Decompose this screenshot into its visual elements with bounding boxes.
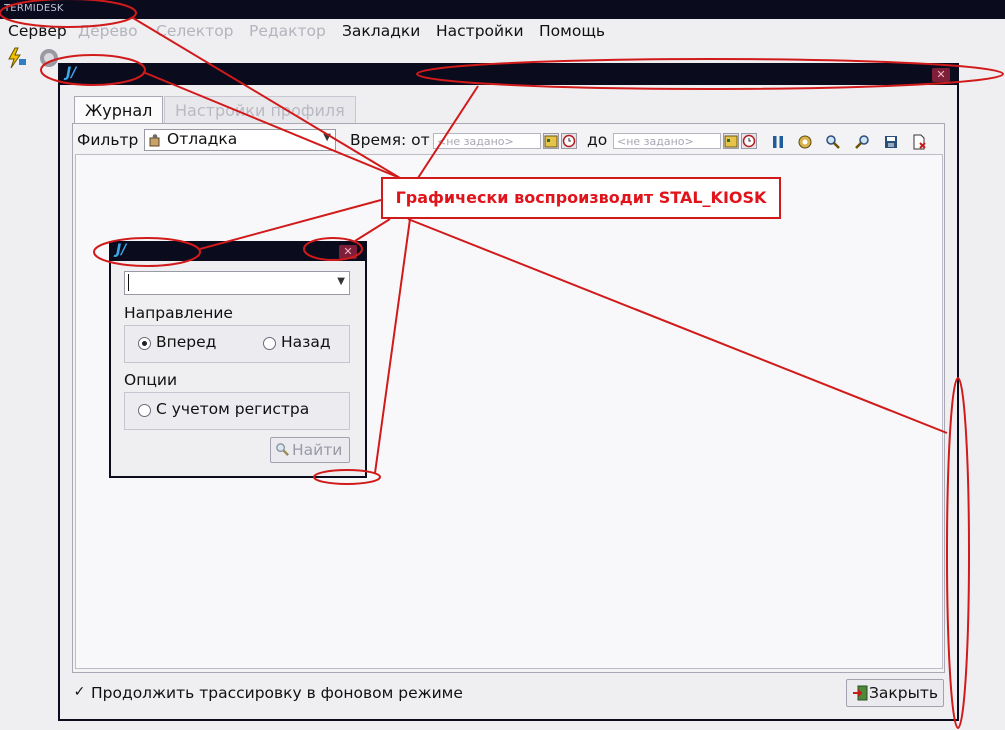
menu-help[interactable]: Помощь (539, 22, 605, 40)
forward-radio[interactable] (138, 337, 151, 350)
forward-label: Вперед (156, 333, 217, 351)
direction-label: Направление (124, 304, 233, 322)
app-title-bar: TERMIDESK (0, 0, 1005, 19)
continue-trace-checkbox[interactable]: ✓ (73, 685, 86, 699)
options-label: Опции (124, 371, 178, 389)
case-sensitive-radio[interactable] (138, 404, 151, 417)
backward-radio[interactable] (263, 337, 276, 350)
menu-tree: Дерево (78, 22, 138, 40)
menu-settings[interactable]: Настройки (436, 22, 524, 40)
connect-icon[interactable] (6, 47, 28, 69)
menu-server[interactable]: Сервер (8, 22, 67, 40)
find-button[interactable]: Найти (270, 437, 350, 463)
filter-label: Фильтр (77, 131, 139, 149)
app-logo-icon: J/ (66, 65, 77, 81)
close-button-label: Закрыть (869, 684, 939, 702)
calendar-icon (544, 135, 558, 148)
continue-trace-label: Продолжить трассировку в фоновом режиме (91, 684, 463, 702)
find-dialog-header: J/ ✕ (111, 242, 365, 261)
options-group: С учетом регистра (124, 392, 350, 430)
menubar: Сервер Дерево Селектор Редактор Закладки… (0, 19, 1005, 43)
search-icon (276, 443, 289, 456)
clock-icon (742, 134, 756, 148)
clear-icon[interactable] (911, 134, 927, 150)
time-from-clock-button[interactable] (561, 133, 577, 149)
filter-value: Отладка (167, 130, 238, 148)
tab-profile-settings[interactable]: Настройки профиля (164, 96, 356, 124)
backward-label: Назад (281, 333, 331, 351)
time-from-label: Время: от (350, 131, 430, 149)
disconnect-icon[interactable] (38, 47, 60, 69)
text-cursor (128, 274, 129, 291)
app-logo-icon: J/ (116, 242, 127, 258)
time-to-clock-button[interactable] (741, 133, 757, 149)
debug-icon (149, 134, 160, 147)
chevron-down-icon: ▼ (337, 276, 345, 287)
time-to-input[interactable]: <не задано> (613, 133, 721, 149)
find-button-label: Найти (292, 441, 343, 459)
annotation-label: Графически воспроизводит STAL_KIOSK (381, 177, 781, 219)
menu-editor: Редактор (249, 22, 326, 40)
log-window-close-button[interactable]: ✕ (932, 68, 950, 82)
calendar-icon (724, 135, 738, 148)
clock-icon (562, 134, 576, 148)
find-next-icon[interactable] (854, 134, 870, 150)
tab-journal[interactable]: Журнал (74, 96, 164, 124)
chevron-down-icon: ▼ (323, 132, 331, 143)
exit-icon (853, 685, 868, 701)
search-icon[interactable] (825, 134, 841, 150)
find-dialog: J/ ✕ ▼ Направление Вперед Назад Опции С … (109, 241, 367, 478)
menu-selector: Селектор (156, 22, 234, 40)
filter-select[interactable]: Отладка ▼ (144, 129, 336, 151)
settings-icon[interactable] (797, 134, 813, 150)
pause-icon[interactable] (770, 134, 786, 150)
log-window-header: J/ ✕ (60, 65, 957, 85)
time-to-calendar-button[interactable] (723, 133, 739, 149)
time-from-input[interactable]: <не задано> (433, 133, 541, 149)
time-to-label: до (587, 131, 608, 149)
find-dialog-close-button[interactable]: ✕ (339, 245, 357, 259)
direction-group: Вперед Назад (124, 325, 350, 363)
app-title: TERMIDESK (4, 3, 64, 14)
close-button[interactable]: Закрыть (846, 679, 944, 707)
case-sensitive-label: С учетом регистра (156, 400, 310, 418)
menu-bookmarks[interactable]: Закладки (342, 22, 420, 40)
find-search-input[interactable]: ▼ (124, 271, 350, 295)
save-icon[interactable] (883, 134, 899, 150)
time-from-calendar-button[interactable] (543, 133, 559, 149)
